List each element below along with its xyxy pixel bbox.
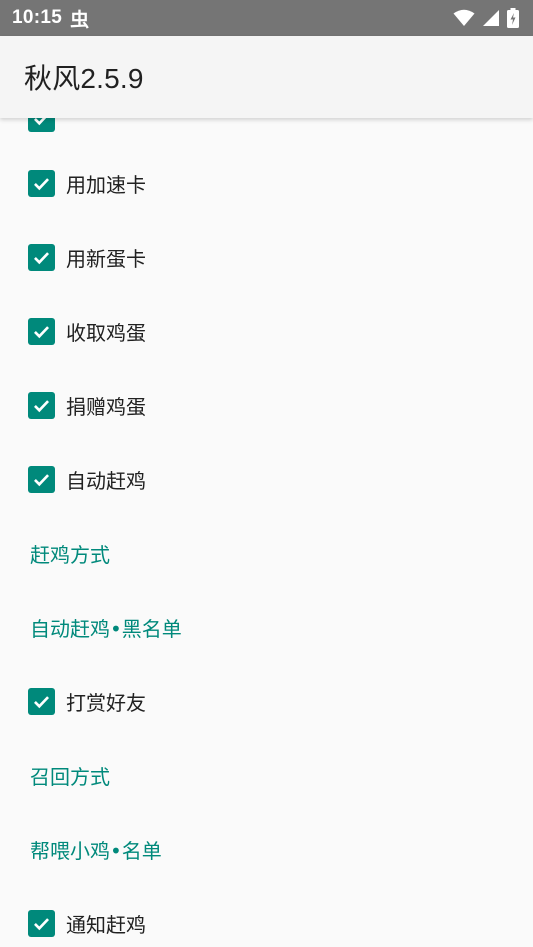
checkbox[interactable]	[28, 391, 55, 419]
checkbox[interactable]	[28, 243, 55, 271]
check-icon	[34, 399, 50, 412]
check-icon	[34, 118, 46, 125]
list-item[interactable]: 通知赶鸡	[0, 886, 533, 947]
checkbox[interactable]	[28, 169, 55, 197]
list-item-link[interactable]: 自动赶鸡•黑名单	[0, 590, 533, 664]
status-time: 10:15	[12, 7, 63, 28]
list-item[interactable]: 捐赠鸡蛋	[0, 368, 533, 442]
list-item-label: 用新蛋卡	[66, 246, 146, 271]
list-item[interactable]: 用加速卡	[0, 146, 533, 220]
status-bar: 10:15 虫	[0, 0, 533, 36]
battery-charging-icon	[507, 8, 519, 28]
checkbox[interactable]	[28, 317, 55, 345]
app-bar: 秋风2.5.9	[0, 36, 533, 118]
list-item-link[interactable]: 帮喂小鸡•名单	[0, 812, 533, 886]
list-item-label: 捐赠鸡蛋	[66, 394, 146, 419]
check-icon	[34, 177, 50, 190]
list-item-link[interactable]: 赶鸡方式	[0, 516, 533, 590]
page-title: 秋风2.5.9	[24, 63, 144, 94]
list-item[interactable]: 用新蛋卡	[0, 220, 533, 294]
check-icon	[34, 251, 50, 264]
list-item[interactable]: 自动赶鸡	[0, 442, 533, 516]
checkbox[interactable]	[28, 909, 55, 937]
status-icons	[453, 8, 519, 28]
list-item[interactable]: 收取鸡蛋	[0, 294, 533, 368]
list-item-link-label: 自动赶鸡•黑名单	[30, 616, 182, 641]
list-item-link[interactable]: 召回方式	[0, 738, 533, 812]
list-item-label: 收取鸡蛋	[66, 320, 146, 345]
list-item-link-label: 召回方式	[30, 764, 110, 789]
settings-list[interactable]: 用加速卡 用新蛋卡 收取鸡蛋 捐赠鸡蛋 自动赶鸡 赶鸡方式 自动赶鸡•黑名单 打…	[0, 118, 533, 947]
notification-icon: 虫	[70, 9, 90, 31]
checkbox[interactable]	[28, 687, 55, 715]
list-item-link-label: 帮喂小鸡•名单	[30, 838, 162, 863]
wifi-icon	[453, 9, 475, 26]
checkbox[interactable]	[28, 118, 55, 132]
list-item-label: 自动赶鸡	[66, 468, 146, 493]
status-left: 10:15 虫	[12, 5, 89, 32]
list-item[interactable]: 打赏好友	[0, 664, 533, 738]
list-item-label: 通知赶鸡	[66, 912, 146, 937]
check-icon	[34, 325, 50, 338]
check-icon	[34, 473, 50, 486]
list-item-link-label: 赶鸡方式	[30, 542, 110, 567]
signal-icon	[483, 10, 499, 26]
check-icon	[34, 917, 50, 930]
list-item-label: 打赏好友	[66, 690, 146, 715]
list-item-label: 用加速卡	[66, 172, 146, 197]
check-icon	[34, 695, 50, 708]
checkbox[interactable]	[28, 465, 55, 493]
